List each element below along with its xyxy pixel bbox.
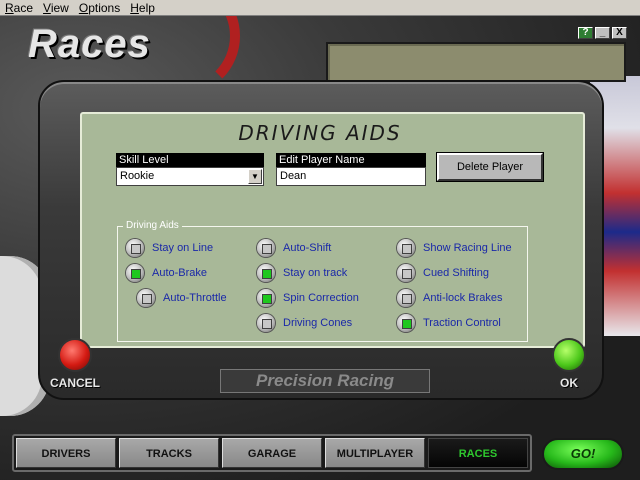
tab-tracks[interactable]: TRACKS [119,438,219,468]
menu-help[interactable]: Help [125,0,160,16]
status-panel [326,42,626,82]
toggle-led-icon[interactable] [126,239,144,257]
aid-label: Traction Control [423,317,501,329]
dialog-title: DRIVING AIDS [238,121,402,145]
skill-level-value: Rookie [120,170,155,182]
go-button[interactable]: GO! [542,438,624,470]
aid-spin-correction[interactable]: Spin Correction [257,289,359,307]
aid-label: Stay on Line [152,242,214,254]
skill-level-label: Skill Level [116,153,264,167]
aid-anti-lock-brakes[interactable]: Anti-lock Brakes [397,289,502,307]
page-title: Races [28,22,151,66]
aid-label: Driving Cones [283,317,353,329]
menu-race[interactable]: Race [0,0,38,16]
help-button[interactable]: ? [578,27,593,39]
toggle-led-icon[interactable] [137,289,155,307]
tab-races[interactable]: RACES [428,438,528,468]
aid-cued-shifting[interactable]: Cued Shifting [397,264,489,282]
skill-level-select[interactable]: Rookie ▼ [116,167,264,186]
aid-stay-on-line[interactable]: Stay on Line [126,239,213,257]
brand-logo: Precision Racing [220,369,430,393]
aid-auto-shift[interactable]: Auto-Shift [257,239,331,257]
aid-label: Anti-lock Brakes [423,292,503,304]
menu-view[interactable]: View [38,0,74,16]
driving-aids-group-label: Driving Aids [123,220,182,231]
aid-label: Cued Shifting [423,267,490,279]
aid-label: Auto-Shift [283,242,332,254]
ok-label[interactable]: OK [560,376,578,390]
tab-garage[interactable]: GARAGE [222,438,322,468]
tab-drivers[interactable]: DRIVERS [16,438,116,468]
aid-label: Stay on track [283,267,348,279]
cancel-label[interactable]: CANCEL [50,376,100,390]
toggle-led-icon[interactable] [257,239,275,257]
aid-label: Auto-Throttle [163,292,227,304]
aid-stay-on-track[interactable]: Stay on track [257,264,347,282]
toggle-led-icon[interactable] [257,264,275,282]
toggle-led-icon[interactable] [126,264,144,282]
delete-player-button[interactable]: Delete Player [436,152,544,182]
cancel-button[interactable] [58,338,92,372]
toggle-led-icon[interactable] [397,264,415,282]
toggle-led-icon[interactable] [397,289,415,307]
aid-auto-throttle[interactable]: Auto-Throttle [137,289,227,307]
tab-multiplayer[interactable]: MULTIPLAYER [325,438,425,468]
chevron-down-icon[interactable]: ▼ [248,169,262,184]
menu-options[interactable]: Options [74,0,125,16]
player-name-label: Edit Player Name [276,153,426,167]
aid-auto-brake[interactable]: Auto-Brake [126,264,207,282]
toggle-led-icon[interactable] [397,314,415,332]
aid-label: Spin Correction [283,292,359,304]
toggle-led-icon[interactable] [257,314,275,332]
close-button[interactable]: X [612,27,627,39]
aid-driving-cones[interactable]: Driving Cones [257,314,352,332]
aid-label: Auto-Brake [152,267,208,279]
minimize-button[interactable]: _ [595,27,610,39]
player-name-input[interactable]: Dean [276,167,426,186]
toggle-led-icon[interactable] [257,289,275,307]
toggle-led-icon[interactable] [397,239,415,257]
menu-bar: Race View Options Help [0,0,640,16]
aid-traction-control[interactable]: Traction Control [397,314,501,332]
aid-show-racing-line[interactable]: Show Racing Line [397,239,512,257]
ok-button[interactable] [552,338,586,372]
aid-label: Show Racing Line [423,242,512,254]
window-controls: ? _ X [578,27,627,39]
